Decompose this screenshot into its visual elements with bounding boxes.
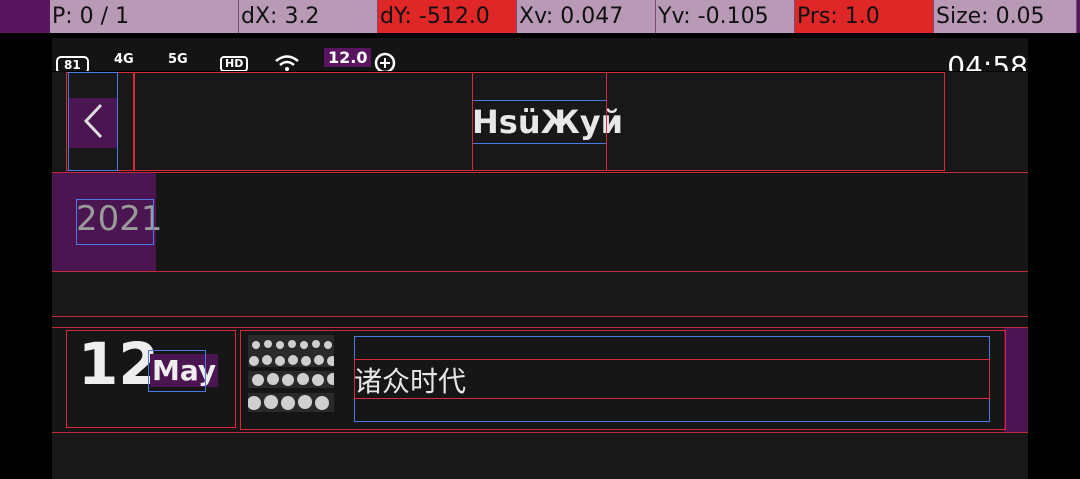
app-bar: HsüЖуй <box>52 72 1028 171</box>
network-4g-indicator: 4G <box>114 52 134 67</box>
app-content: HsüЖуй 2021 12 May 诸众时代 <box>52 72 1028 479</box>
year-tab-bar: 2021 <box>52 172 1028 272</box>
delta-y: dY: -512.0 <box>378 0 517 33</box>
entry-title: 诸众时代 <box>354 365 467 398</box>
clock: 04:58 <box>947 50 1028 71</box>
entry-thumbnail <box>248 335 334 423</box>
touch-size: Size: 0.05 <box>934 0 1077 33</box>
entry-day: 12 <box>78 330 159 398</box>
back-button[interactable] <box>68 98 118 148</box>
list-item[interactable]: 12 May 诸众时代 <box>52 327 1028 433</box>
network-5g-indicator: 5G <box>168 52 188 67</box>
wifi-icon <box>274 54 300 71</box>
year-label: 2021 <box>76 199 163 239</box>
velocity-x: Xv: 0.047 <box>517 0 656 33</box>
entry-month: May <box>150 354 219 387</box>
section-spacer <box>52 272 1028 317</box>
hd-voice-icon: HD <box>220 56 249 71</box>
entry-side-strip <box>1004 328 1028 432</box>
pressure: Prs: 1.0 <box>795 0 934 33</box>
pointer-count: P: 0 / 1 <box>50 0 239 33</box>
chevron-left-icon <box>81 102 105 144</box>
status-bar: 81 4G 5G HD 12.0 04:58 <box>52 38 1028 71</box>
velocity-y: Yv: -0.105 <box>656 0 795 33</box>
network-speed: 12.0 <box>324 48 372 67</box>
year-tab[interactable]: 2021 <box>52 173 163 271</box>
entry-date: 12 May <box>66 330 236 428</box>
list-footer <box>52 434 1028 479</box>
delta-x: dX: 3.2 <box>239 0 378 33</box>
page-title: HsüЖуй <box>472 103 624 141</box>
battery-icon: 81 <box>56 56 89 71</box>
vpn-icon <box>374 52 396 71</box>
pointer-location-overlay: P: 0 / 1 dX: 3.2 dY: -512.0 Xv: 0.047 Yv… <box>0 0 1080 33</box>
